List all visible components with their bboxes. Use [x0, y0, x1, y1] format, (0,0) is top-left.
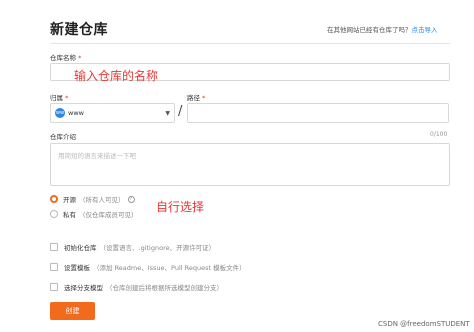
help-icon[interactable]: ?: [127, 195, 135, 203]
init-repo-option[interactable]: 初始化仓库 （设置语言、.gitignore、开源许可证）: [50, 242, 215, 252]
required-mark: *: [65, 94, 69, 102]
chevron-down-icon: ▼: [165, 109, 170, 117]
page-title: 新建仓库: [50, 22, 108, 38]
visibility-private-option[interactable]: 私有 （仅仓库成员可见）: [50, 209, 138, 219]
import-link[interactable]: 点击导入: [412, 26, 438, 34]
owner-select[interactable]: ww www ▼: [50, 103, 175, 123]
import-prompt: 在其他网站已经有仓库了吗？点击导入: [327, 24, 438, 34]
visibility-public-option[interactable]: 开源 （所有人可见） ?: [50, 194, 135, 204]
branch-model-option[interactable]: 选择分支模型 （仓库创建后将根据所选模型创建分支）: [50, 282, 223, 292]
header-divider: [50, 43, 450, 44]
owner-value: www: [68, 109, 84, 117]
path-input[interactable]: [187, 103, 449, 123]
repo-name-label: 仓库名称 *: [50, 54, 82, 62]
visibility-annotation: 自行选择: [156, 200, 205, 214]
char-counter: 0/100: [430, 131, 448, 138]
watermark: CSDN @freedomSTUDENT: [378, 320, 470, 328]
owner-label: 归属 *: [50, 94, 69, 102]
create-button[interactable]: 创建: [50, 302, 95, 320]
repo-name-annotation: 输入仓库的名称: [74, 69, 159, 83]
avatar: ww: [55, 108, 65, 118]
description-label: 仓库介绍: [50, 133, 76, 141]
required-mark: *: [202, 94, 206, 102]
checkbox-init-repo[interactable]: [50, 243, 58, 251]
description-textarea[interactable]: 用简短的语言来描述一下吧: [50, 143, 450, 186]
import-prompt-text: 在其他网站已经有仓库了吗？: [327, 26, 412, 34]
checkbox-template[interactable]: [50, 263, 58, 271]
radio-private[interactable]: [50, 210, 58, 218]
radio-public[interactable]: [50, 195, 58, 203]
required-mark: *: [78, 54, 82, 62]
path-separator: /: [178, 104, 183, 119]
template-option[interactable]: 设置模板 （添加 Readme、Issue、Pull Request 模板文件）: [50, 262, 246, 272]
path-label: 路径 *: [187, 94, 206, 102]
checkbox-branch-model[interactable]: [50, 283, 58, 291]
